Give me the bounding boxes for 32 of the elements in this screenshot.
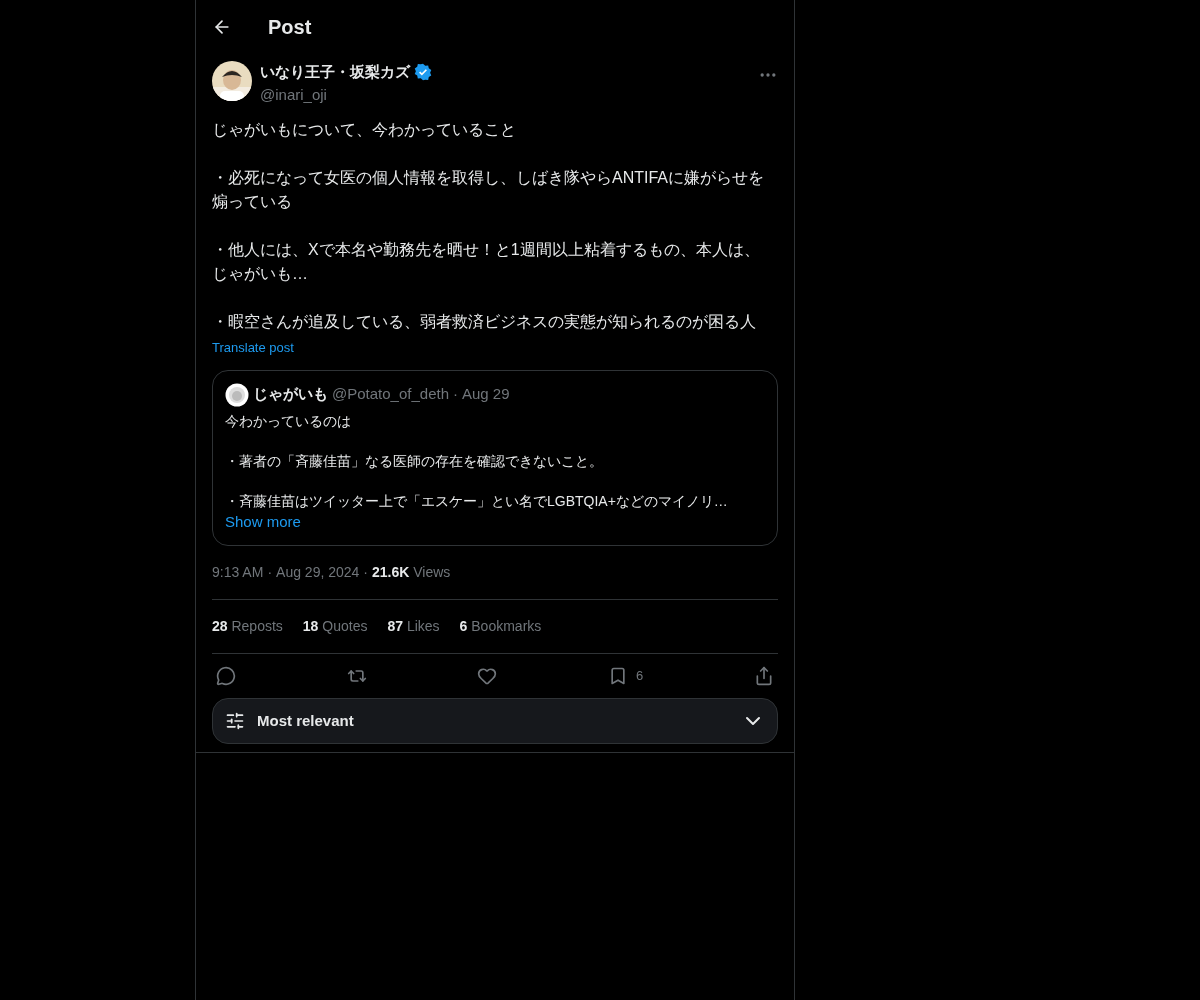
separator-dot: · (267, 563, 273, 582)
post-text: ・暇空さんが追及している、弱者救済ビジネスの実態が知られるのが困る人 (212, 312, 757, 332)
heart-icon[interactable] (477, 666, 498, 686)
quoted-text: ・著者の「斉藤佳苗」なる医師の存在を確認できないこと。 (225, 451, 604, 471)
share-icon[interactable] (754, 666, 774, 686)
show-more-link[interactable]: Show more (225, 510, 301, 533)
quoted-post-card[interactable]: じゃがいも @Potato_of_deth · Aug 29 今わかっているのは ・著者の「斉藤佳苗」なる医師の存在を確認できないこと。 ・斉藤佳苗はツイッター上で「エスケー」とい名でLGBTQIA+などのマイノリ… Show more (212, 369, 778, 546)
reply-icon[interactable] (216, 666, 236, 686)
separator-dot: · (453, 384, 458, 405)
engagement-stat-link[interactable]: 28 Reposts (212, 616, 283, 637)
sliders-icon (225, 711, 245, 731)
quoted-author-handle: @Potato_of_deth (332, 384, 449, 405)
bookmark-count: 6 (636, 667, 644, 686)
quoted-text: 今わかっているのは (225, 411, 352, 431)
author-handle[interactable]: @inari_oji (260, 83, 758, 106)
page-title: Post (268, 14, 312, 40)
engagement-stat-link[interactable]: 18 Quotes (302, 616, 368, 637)
quoted-date: Aug 29 (462, 384, 510, 405)
post-text: じゃがいもについて、今わかっていること (212, 120, 517, 140)
author-name[interactable]: いなり王子・坂梨カズ (260, 61, 410, 84)
engagement-stat-link[interactable]: 87 Likes (387, 616, 440, 637)
sort-dropdown[interactable]: Most relevant (212, 698, 778, 744)
separator-dot: · (363, 563, 368, 582)
post-text: ・他人には、Xで本名や勤務先を晒せ！と1週間以上粘着するもの、本人は、じゃがいも… (212, 240, 761, 284)
translate-link[interactable]: Translate post (212, 338, 294, 358)
view-count: 21.6K Views (372, 563, 451, 582)
quoted-text: ・斉藤佳苗はツイッター上で「エスケー」とい名でLGBTQIA+などのマイノリ… (225, 491, 729, 511)
post-time: 9:13 AM (212, 563, 264, 582)
post-text: ・必死になって女医の個人情報を取得し、しばき隊やらANTIFAに嫌がらせを煽っている (212, 168, 765, 212)
quoted-author-name: じゃがいも (253, 384, 328, 405)
post-date: Aug 29, 2024 (276, 563, 360, 582)
engagement-stat-link[interactable]: 6 Bookmarks (459, 616, 542, 637)
